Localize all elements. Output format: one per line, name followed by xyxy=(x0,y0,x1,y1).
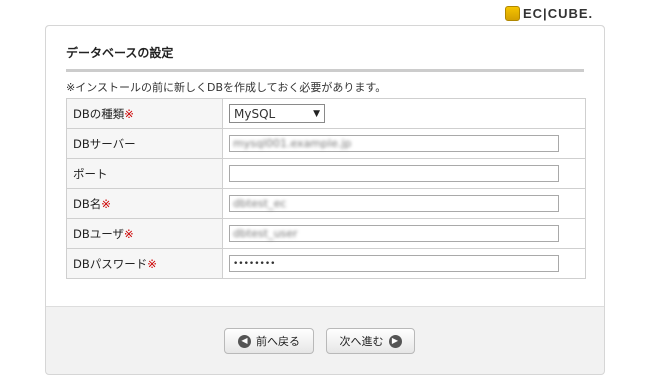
table-row: DBの種類※ MySQL ▼ xyxy=(66,98,586,129)
db-server-value-cell: mysql001.example.jp xyxy=(222,128,586,159)
db-user-value: dbtest_user xyxy=(233,227,298,240)
db-type-selected: MySQL xyxy=(234,106,276,121)
db-user-value-cell: dbtest_user xyxy=(222,218,586,249)
table-row: DBサーバー mysql001.example.jp xyxy=(66,128,586,159)
db-name-label-cell: DB名※ xyxy=(66,188,223,219)
db-type-select[interactable]: MySQL ▼ xyxy=(229,104,325,123)
table-row: DBパスワード※ •••••••• xyxy=(66,248,586,279)
table-row: DB名※ dbtest_ec xyxy=(66,188,586,219)
db-server-label: DBサーバー xyxy=(73,136,136,151)
db-name-label: DB名 xyxy=(73,196,102,211)
ec-cube-logo: EC|CUBE. xyxy=(505,4,593,22)
db-server-input[interactable]: mysql001.example.jp xyxy=(229,135,559,152)
db-port-input[interactable] xyxy=(229,165,559,182)
arrow-right-circle-icon: ▶ xyxy=(388,334,402,348)
db-password-value: •••••••• xyxy=(233,259,276,269)
dropdown-arrow-icon: ▼ xyxy=(313,108,320,119)
required-mark: ※ xyxy=(124,226,134,241)
db-port-label-cell: ポート xyxy=(66,158,223,189)
required-mark: ※ xyxy=(147,256,157,271)
required-mark: ※ xyxy=(101,196,111,211)
db-user-input[interactable]: dbtest_user xyxy=(229,225,559,242)
next-button[interactable]: 次へ進む ▶ xyxy=(326,328,415,354)
db-password-label: DBパスワード xyxy=(73,256,148,271)
db-name-value-cell: dbtest_ec xyxy=(222,188,586,219)
arrow-left-circle-icon: ◀ xyxy=(238,334,251,348)
required-mark: ※ xyxy=(124,106,134,121)
table-row: ポート xyxy=(66,158,586,189)
db-user-label: DBユーザ xyxy=(73,226,125,241)
db-port-value-cell xyxy=(222,158,586,189)
db-password-value-cell: •••••••• xyxy=(222,248,586,279)
db-settings-table: DBの種類※ MySQL ▼ DBサーバー mysql001.example.j… xyxy=(66,98,586,279)
table-row: DBユーザ※ dbtest_user xyxy=(66,218,586,249)
install-panel: データベースの設定 ※インストールの前に新しくDBを作成しておく必要があります。… xyxy=(45,25,605,375)
next-button-label: 次へ進む xyxy=(339,335,384,348)
section-title: データベースの設定 xyxy=(66,44,584,72)
setup-note: ※インストールの前に新しくDBを作成しておく必要があります。 xyxy=(66,81,387,94)
settings-section: データベースの設定 ※インストールの前に新しくDBを作成しておく必要があります。… xyxy=(46,26,604,307)
db-user-label-cell: DBユーザ※ xyxy=(66,218,223,249)
db-type-label-cell: DBの種類※ xyxy=(66,98,223,129)
back-button-label: 前へ戻る xyxy=(256,335,300,348)
cube-icon xyxy=(505,5,520,21)
db-password-input[interactable]: •••••••• xyxy=(229,255,559,272)
db-password-label-cell: DBパスワード※ xyxy=(66,248,223,279)
logo-text: EC|CUBE. xyxy=(523,5,594,21)
db-type-value-cell: MySQL ▼ xyxy=(222,98,586,129)
db-type-label: DBの種類 xyxy=(73,106,125,121)
db-name-input[interactable]: dbtest_ec xyxy=(229,195,559,212)
db-name-value: dbtest_ec xyxy=(233,197,287,210)
db-server-label-cell: DBサーバー xyxy=(66,128,223,159)
db-server-value: mysql001.example.jp xyxy=(233,137,352,150)
back-button[interactable]: ◀ 前へ戻る xyxy=(224,328,314,354)
db-port-label: ポート xyxy=(73,166,108,181)
